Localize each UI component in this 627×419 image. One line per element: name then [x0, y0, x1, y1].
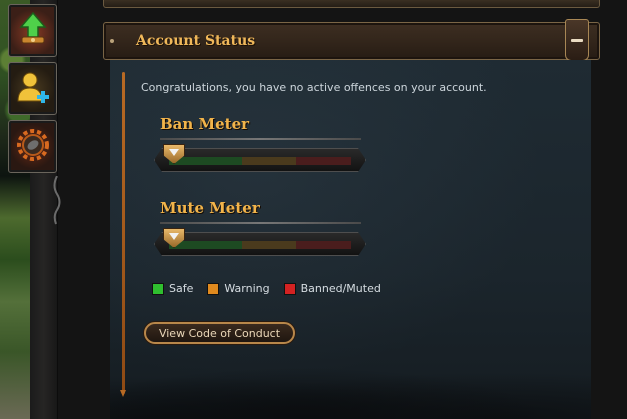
legend-swatch — [207, 282, 220, 295]
add-friend-button[interactable] — [8, 62, 57, 115]
settings-gear-icon — [15, 127, 51, 167]
account-status-header[interactable]: Account Status — [103, 19, 600, 61]
panel-texture — [110, 359, 591, 419]
section-title: Account Status — [136, 33, 256, 49]
legend-label: Banned/Muted — [300, 282, 381, 295]
mute-meter-title: Mute Meter — [160, 199, 260, 217]
legend-swatch — [283, 282, 296, 295]
legend-safe: Safe — [152, 282, 193, 295]
ban-meter-divider — [160, 138, 361, 140]
previous-section-bar — [103, 0, 600, 8]
level-up-icon — [15, 11, 51, 51]
mute-meter — [154, 232, 366, 256]
legend-label: Warning — [224, 282, 270, 295]
mute-meter-divider — [160, 222, 361, 224]
account-status-panel: Congratulations, you have no active offe… — [110, 60, 591, 419]
rail-tip — [120, 390, 126, 397]
add-friend-icon — [15, 69, 51, 109]
panel-left-rail — [122, 72, 125, 394]
ban-meter — [154, 148, 366, 172]
settings-button[interactable] — [8, 120, 57, 173]
legend-warning: Warning — [207, 282, 270, 295]
minus-icon — [571, 38, 583, 42]
meter-legend: Safe Warning Banned/Muted — [152, 282, 381, 295]
legend-swatch — [152, 282, 164, 295]
status-message: Congratulations, you have no active offe… — [141, 81, 487, 94]
collapse-button[interactable] — [565, 19, 589, 61]
ban-meter-scale — [169, 157, 351, 165]
scroll-ornament — [53, 176, 61, 225]
mute-meter-scale — [169, 241, 351, 249]
ban-meter-title: Ban Meter — [160, 115, 250, 133]
legend-banned: Banned/Muted — [283, 282, 381, 295]
header-rivet — [110, 39, 114, 43]
legend-label: Safe — [169, 282, 194, 295]
level-up-button[interactable] — [8, 4, 57, 57]
view-code-of-conduct-button[interactable]: View Code of Conduct — [144, 322, 295, 344]
